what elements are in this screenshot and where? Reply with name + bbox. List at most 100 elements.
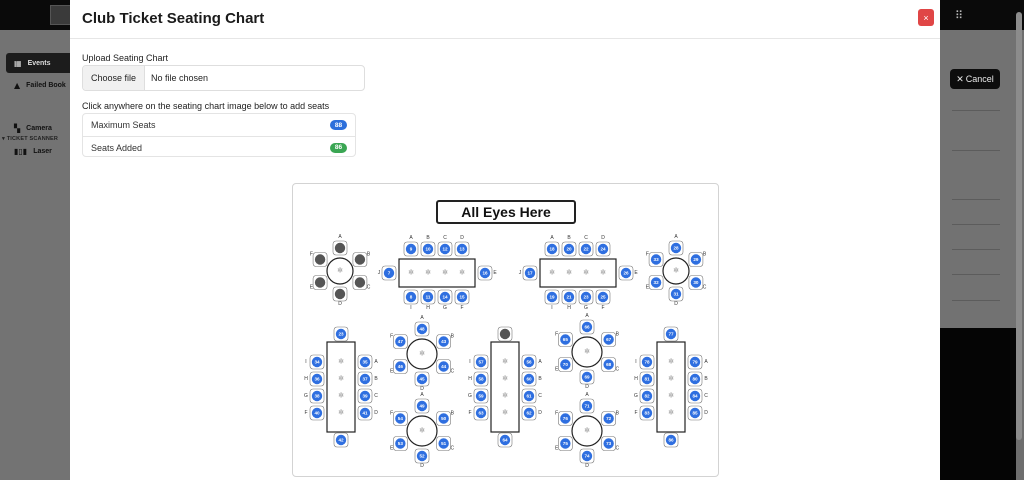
instruction-text: Click anywhere on the seating chart imag… bbox=[82, 101, 330, 111]
seat-letter: F bbox=[555, 332, 558, 338]
seat-letter: C bbox=[538, 393, 542, 399]
seat-number: 60 bbox=[526, 377, 532, 382]
seat-number: 75 bbox=[563, 441, 569, 446]
stat-row-seats-added: Seats Added 86 bbox=[83, 136, 355, 158]
scrollbar-thumb[interactable] bbox=[1016, 12, 1022, 440]
seat-marker-unassigned bbox=[334, 288, 346, 300]
seat-number: 50 bbox=[441, 416, 447, 421]
seat-number: 59 bbox=[478, 394, 484, 399]
seat-letter: B bbox=[567, 235, 571, 241]
seat-letter: F bbox=[555, 411, 558, 417]
seat-letter: G bbox=[468, 393, 472, 399]
seat-letter: C bbox=[584, 235, 588, 241]
seat-number: 25 bbox=[600, 295, 606, 300]
grid-icon: ▦ bbox=[14, 58, 22, 68]
seat-number: 82 bbox=[644, 394, 650, 399]
sidebar-item-failed-book[interactable]: ▲ Failed Book bbox=[6, 75, 70, 95]
upload-label: Upload Seating Chart bbox=[82, 53, 169, 63]
seat-letter: D bbox=[585, 463, 589, 469]
seat-letter: J bbox=[519, 270, 522, 276]
seat-number: 51 bbox=[441, 441, 447, 446]
place-setting-icon: ✲ bbox=[502, 358, 508, 366]
seat-letter: F bbox=[646, 252, 649, 258]
place-setting-icon: ✲ bbox=[337, 267, 343, 275]
seat-number: 16 bbox=[482, 271, 488, 276]
seat-number: 23 bbox=[583, 295, 589, 300]
rect-table-vertical bbox=[326, 341, 356, 433]
seat-number: 66 bbox=[584, 325, 590, 330]
seat-number: 72 bbox=[606, 416, 612, 421]
place-setting-icon: ✲ bbox=[584, 427, 590, 435]
seat-letter: I bbox=[305, 359, 306, 365]
seat-letter: H bbox=[468, 376, 472, 382]
sidebar-item-laser[interactable]: ▮▯▮ Laser bbox=[6, 141, 70, 161]
seat-number: 56 bbox=[526, 360, 532, 365]
seat-marker-unassigned bbox=[499, 328, 511, 340]
apps-grid-icon[interactable]: ⠿ bbox=[955, 9, 963, 22]
divider bbox=[952, 199, 1000, 200]
rect-table-vertical bbox=[490, 341, 520, 433]
seat-number: 68 bbox=[606, 362, 612, 367]
seat-letter: H bbox=[426, 305, 430, 311]
seat-number: 22 bbox=[583, 247, 589, 252]
place-setting-icon: ✲ bbox=[338, 358, 344, 366]
seat-number: 84 bbox=[692, 394, 698, 399]
seat-letter: B bbox=[616, 411, 620, 417]
seat-number: 10 bbox=[425, 247, 431, 252]
place-setting-icon: ✲ bbox=[668, 392, 674, 400]
seat-letter: F bbox=[390, 411, 393, 417]
seat-number: 65 bbox=[563, 337, 569, 342]
seat-letter: B bbox=[426, 235, 430, 241]
seat-letter: D bbox=[704, 410, 708, 416]
seat-letter: F bbox=[304, 410, 307, 416]
seat-letter: A bbox=[409, 235, 413, 241]
stat-label: Seats Added bbox=[91, 142, 143, 153]
seat-letter: B bbox=[616, 332, 620, 338]
seat-number: 28 bbox=[673, 246, 679, 251]
seat-number: 62 bbox=[526, 411, 532, 416]
seat-number: 39 bbox=[362, 394, 368, 399]
place-setting-icon: ✲ bbox=[668, 409, 674, 417]
qr-icon: ▚ bbox=[14, 123, 21, 133]
seat-number: 13 bbox=[459, 247, 465, 252]
seat-number: 73 bbox=[606, 441, 612, 446]
seat-number: 64 bbox=[502, 438, 508, 443]
seat-letter: F bbox=[468, 410, 471, 416]
seat-number: 46 bbox=[398, 364, 404, 369]
sidebar-item-camera[interactable]: ▚ Camera bbox=[6, 118, 70, 138]
seat-number: 12 bbox=[442, 247, 448, 252]
sidebar-item-events[interactable]: ▦ Events bbox=[6, 53, 70, 73]
close-button[interactable]: × bbox=[918, 9, 934, 26]
choose-file-button[interactable]: Choose file bbox=[83, 66, 146, 90]
seating-chart-canvas[interactable]: ✲ A B C D E F ✲ 9 8 A I ✲ 10 11 B H ✲ 12 14 C G ✲ 13 15 D F 7 16 J E ✲ 1… bbox=[293, 184, 719, 477]
seat-letter: D bbox=[674, 301, 678, 307]
seat-number: 23 bbox=[338, 332, 344, 337]
seat-number: 74 bbox=[584, 454, 590, 459]
divider bbox=[952, 274, 1000, 275]
seat-number: 15 bbox=[459, 295, 465, 300]
file-input[interactable]: Choose file No file chosen bbox=[82, 65, 365, 91]
seat-number: 79 bbox=[692, 360, 698, 365]
divider bbox=[952, 300, 1000, 301]
seat-letter: F bbox=[634, 410, 637, 416]
seating-chart-image[interactable]: ✲ A B C D E F ✲ 9 8 A I ✲ 10 11 B H ✲ 12 14 C G ✲ 13 15 D F 7 16 J E ✲ 1… bbox=[292, 183, 719, 477]
seat-marker-unassigned bbox=[334, 242, 346, 254]
sidebar: ▦ Events ▲ Failed Book ▾ TICKET SCANNER … bbox=[0, 30, 70, 480]
seat-letter: I bbox=[469, 359, 470, 365]
cancel-button[interactable]: ✕ Cancel bbox=[950, 69, 1000, 89]
seat-letter: H bbox=[304, 376, 308, 382]
place-setting-icon: ✲ bbox=[338, 375, 344, 383]
seating-chart-title: All Eyes Here bbox=[436, 200, 576, 224]
seat-number: 21 bbox=[566, 295, 572, 300]
seat-letter: D bbox=[460, 235, 464, 241]
place-setting-icon: ✲ bbox=[502, 409, 508, 417]
sidebar-item-label: Failed Book bbox=[26, 81, 66, 89]
seat-number: 57 bbox=[478, 360, 484, 365]
seat-number: 54 bbox=[398, 416, 404, 421]
seat-letter: C bbox=[450, 446, 454, 452]
app-logo bbox=[50, 5, 72, 25]
seat-number: 14 bbox=[442, 295, 448, 300]
seat-letter: A bbox=[704, 359, 708, 365]
seat-number: 40 bbox=[314, 411, 320, 416]
seat-number: 36 bbox=[314, 377, 320, 382]
